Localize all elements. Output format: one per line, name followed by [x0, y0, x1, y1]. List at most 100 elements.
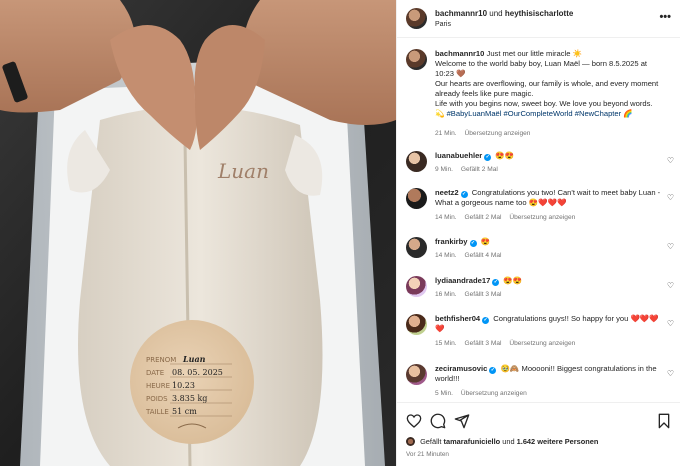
- card-label-date: DATE: [146, 369, 164, 377]
- comment-avatar[interactable]: [406, 237, 427, 258]
- garment-name: Luan: [217, 159, 269, 183]
- comment-meta: 16 Min. Gefällt 3 Mal: [435, 291, 507, 298]
- comment-meta: 5 Min. Übersetzung anzeigen: [435, 390, 533, 397]
- comment-text: 😍😍: [503, 276, 523, 285]
- comments-list[interactable]: bachmannr10 Just met our little miracle …: [397, 38, 680, 402]
- card-label-poids: POIDS: [146, 395, 168, 403]
- caption-meta: 21 Min. Übersetzung anzeigen: [435, 130, 536, 137]
- share-icon[interactable]: [454, 413, 470, 429]
- caption-translate[interactable]: Übersetzung anzeigen: [464, 130, 530, 137]
- comment-meta: 14 Min. Gefällt 2 Mal Übersetzung anzeig…: [435, 214, 581, 221]
- comment-body: neetz2 ✓ Congratulations you two! Can't w…: [435, 188, 661, 208]
- comment-body: luanabuehler ✓ 😍😍: [435, 151, 661, 161]
- comment-time[interactable]: 14 Min.: [435, 214, 457, 221]
- card-value-weight: 3.835 kg: [172, 394, 207, 403]
- verified-badge-icon: ✓: [469, 240, 477, 247]
- baby-photo-illustration: Luan PRENOM DATE HEURE POIDS TAILLE Luan…: [0, 0, 396, 466]
- comment-username[interactable]: lydiaandrade17: [435, 276, 490, 285]
- post-photo[interactable]: Luan PRENOM DATE HEURE POIDS TAILLE Luan…: [0, 0, 396, 466]
- card-label-taille: TAILLE: [145, 408, 169, 416]
- comment-time[interactable]: 16 Min.: [435, 291, 457, 298]
- comment-likes[interactable]: Gefällt 3 Mal: [464, 340, 501, 347]
- author-primary-link[interactable]: bachmannr10: [435, 9, 487, 18]
- verified-badge-icon: ✓: [492, 279, 500, 286]
- likes-user[interactable]: tamarafuniciello: [444, 437, 501, 446]
- comment-username[interactable]: neetz2: [435, 188, 459, 197]
- caption-username[interactable]: bachmannr10: [435, 49, 484, 58]
- comment-meta: 15 Min. Gefällt 3 Mal Übersetzung anzeig…: [435, 340, 581, 347]
- comment-body: bethfisher04 ✓ Congratulations guys!! So …: [435, 314, 661, 334]
- comment-username[interactable]: zeciramusovic: [435, 364, 487, 373]
- verified-badge-icon: ✓: [482, 317, 490, 324]
- likes-summary[interactable]: Gefällt tamarafuniciello und 1.642 weite…: [406, 437, 598, 446]
- card-value-height: 51 cm: [172, 407, 197, 416]
- comment-icon[interactable]: [430, 413, 446, 429]
- likes-prefix: Gefällt: [420, 437, 442, 446]
- author-secondary-link[interactable]: heythisischarlotte: [505, 9, 573, 18]
- comment-username[interactable]: frankirby: [435, 237, 468, 246]
- comment-heart-icon[interactable]: ♡: [667, 319, 674, 328]
- comment-likes[interactable]: Gefällt 2 Mal: [464, 214, 501, 221]
- caption-line-2: Welcome to the world baby boy, Luan Maël…: [435, 59, 648, 78]
- comment-time[interactable]: 5 Min.: [435, 390, 453, 397]
- likes-count[interactable]: 1.642 weitere Personen: [517, 437, 599, 446]
- comment-translate[interactable]: Übersetzung anzeigen: [509, 340, 575, 347]
- caption-avatar[interactable]: [406, 49, 427, 70]
- comment-body: frankirby ✓ 😍: [435, 237, 661, 247]
- comment-text: 😍😍: [495, 151, 515, 160]
- more-icon[interactable]: •••: [659, 12, 671, 23]
- heart-icon[interactable]: [406, 413, 422, 429]
- liker-avatar: [406, 437, 415, 446]
- comment-avatar[interactable]: [406, 314, 427, 335]
- comment-heart-icon[interactable]: ♡: [667, 242, 674, 251]
- caption-line-4: Life with you begins now, sweet boy. We …: [435, 99, 653, 108]
- post-timestamp: Vor 21 Minuten: [406, 451, 449, 458]
- comment-translate[interactable]: Übersetzung anzeigen: [461, 390, 527, 397]
- post-sidebar: bachmannr10 und heythisischarlotte Paris…: [396, 0, 680, 466]
- caption-hashtags[interactable]: 💫 #BabyLuanMaël #OurCompleteWorld #NewCh…: [435, 109, 633, 118]
- card-label-prenom: PRENOM: [146, 356, 176, 364]
- caption-time[interactable]: 21 Min.: [435, 130, 457, 137]
- bookmark-icon[interactable]: [656, 413, 672, 429]
- comment-avatar[interactable]: [406, 364, 427, 385]
- author-avatar[interactable]: [406, 8, 427, 29]
- comment-heart-icon[interactable]: ♡: [667, 156, 674, 165]
- caption-line-3: Our hearts are overflowing, our family i…: [435, 79, 659, 98]
- comment-time[interactable]: 9 Min.: [435, 166, 453, 173]
- comment-avatar[interactable]: [406, 151, 427, 172]
- post-actions: Gefällt tamarafuniciello und 1.642 weite…: [397, 402, 680, 466]
- comment-text: Congratulations you two! Can't wait to m…: [435, 188, 661, 207]
- comment-meta: 9 Min. Gefällt 2 Mal: [435, 166, 504, 173]
- card-value-time: 10.23: [172, 381, 195, 390]
- comment-username[interactable]: bethfisher04: [435, 314, 480, 323]
- comment-heart-icon[interactable]: ♡: [667, 281, 674, 290]
- verified-badge-icon: ✓: [489, 367, 497, 374]
- card-label-heure: HEURE: [146, 382, 170, 390]
- comment-body: lydiaandrade17 ✓ 😍😍: [435, 276, 661, 286]
- caption-text: bachmannr10 Just met our little miracle …: [435, 49, 661, 119]
- comment-likes[interactable]: Gefällt 3 Mal: [464, 291, 501, 298]
- card-value-name: Luan: [182, 354, 206, 364]
- verified-badge-icon: ✓: [460, 191, 468, 198]
- caption-line-1: Just met our little miracle ☀️: [486, 49, 583, 58]
- comment-username[interactable]: luanabuehler: [435, 151, 482, 160]
- comment-translate[interactable]: Übersetzung anzeigen: [509, 214, 575, 221]
- comment-time[interactable]: 14 Min.: [435, 252, 457, 259]
- comment-time[interactable]: 15 Min.: [435, 340, 457, 347]
- comment-heart-icon[interactable]: ♡: [667, 193, 674, 202]
- comment-body: zeciramusovic ✓ 🥹🙈 Mooooni!! Biggest cong…: [435, 364, 661, 384]
- comment-meta: 14 Min. Gefällt 4 Mal: [435, 252, 507, 259]
- comment-avatar[interactable]: [406, 276, 427, 297]
- comment-text: 😍: [480, 237, 491, 246]
- card-value-date: 08. 05. 2025: [172, 368, 223, 377]
- comment-avatar[interactable]: [406, 188, 427, 209]
- likes-mid: und: [502, 437, 515, 446]
- verified-badge-icon: ✓: [484, 154, 492, 161]
- author-joiner: und: [489, 9, 503, 18]
- comment-heart-icon[interactable]: ♡: [667, 369, 674, 378]
- post-header: bachmannr10 und heythisischarlotte Paris…: [397, 0, 680, 38]
- post-location[interactable]: Paris: [435, 21, 451, 28]
- post-authors: bachmannr10 und heythisischarlotte: [435, 9, 573, 18]
- comment-likes[interactable]: Gefällt 2 Mal: [461, 166, 498, 173]
- comment-likes[interactable]: Gefällt 4 Mal: [464, 252, 501, 259]
